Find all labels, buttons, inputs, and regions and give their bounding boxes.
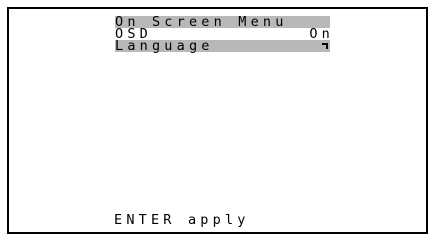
menu-item-osd-value: On bbox=[309, 26, 334, 42]
menu-item-language-label: Language bbox=[115, 38, 214, 54]
osd-menu: On Screen Menu OSD On Language bbox=[115, 15, 330, 54]
footer-hint-label: ENTER apply bbox=[114, 212, 250, 228]
enter-icon bbox=[322, 43, 328, 49]
footer-hint: ENTER apply bbox=[114, 212, 250, 228]
osd-screen: On Screen Menu OSD On Language ENTER app… bbox=[7, 7, 428, 234]
menu-item-language[interactable]: Language bbox=[115, 38, 330, 54]
